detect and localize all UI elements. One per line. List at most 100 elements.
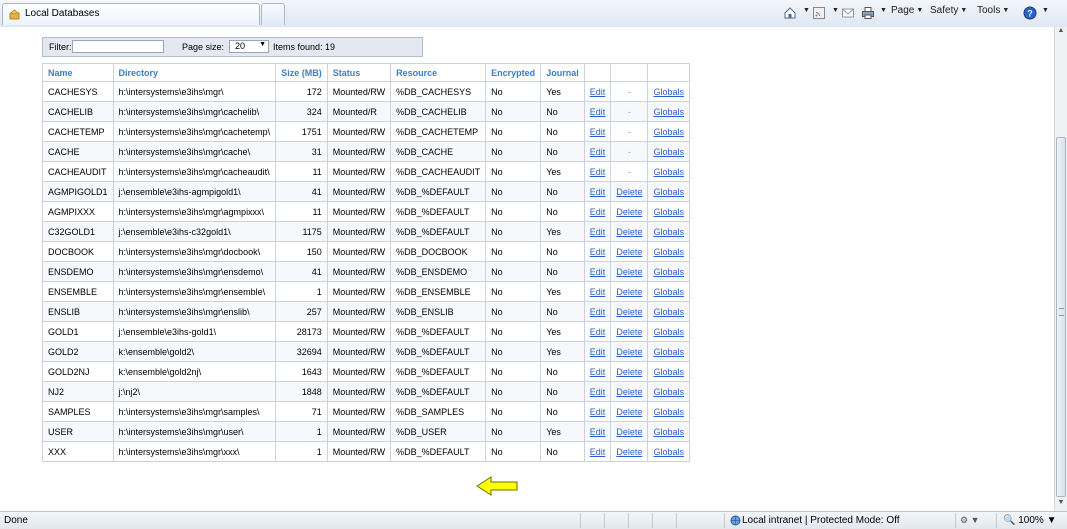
cell-name: ENSEMBLE [42, 281, 114, 302]
print-dropdown[interactable]: ▼ [878, 5, 887, 21]
help-dropdown[interactable]: ▼ [1040, 5, 1049, 21]
globals-link[interactable]: Globals [653, 207, 684, 217]
delete-link[interactable]: Delete [616, 287, 642, 297]
globals-link[interactable]: Globals [653, 267, 684, 277]
cell-status: Mounted/RW [326, 121, 392, 142]
globals-link[interactable]: Globals [653, 387, 684, 397]
column-header-status[interactable]: Status [326, 63, 392, 82]
globals-link[interactable]: Globals [653, 447, 684, 457]
delete-link[interactable]: Delete [616, 367, 642, 377]
security-zone[interactable]: Local intranet | Protected Mode: Off [742, 515, 900, 526]
delete-link[interactable]: Delete [616, 387, 642, 397]
cell-size: 31 [275, 141, 328, 162]
home-dropdown[interactable]: ▼ [801, 5, 810, 21]
globals-link[interactable]: Globals [653, 247, 684, 257]
column-header-size[interactable]: Size (MB) [275, 63, 328, 82]
scroll-down-icon[interactable]: ▼ [1055, 499, 1067, 511]
cell-journal: No [540, 361, 585, 382]
cell-resource: %DB_SAMPLES [390, 401, 487, 422]
scrollbar-thumb[interactable] [1056, 137, 1066, 497]
delete-link-cell: Delete [610, 181, 649, 202]
delete-link[interactable]: Delete [616, 207, 642, 217]
globals-link[interactable]: Globals [653, 227, 684, 237]
edit-link[interactable]: Edit [590, 227, 606, 237]
edit-link-cell: Edit [583, 401, 612, 422]
filter-input[interactable] [72, 40, 164, 53]
edit-link[interactable]: Edit [590, 207, 606, 217]
zoom-level[interactable]: 🔍 100% ▼ [1003, 515, 1057, 526]
cell-encrypted: No [485, 241, 542, 262]
edit-link[interactable]: Edit [590, 447, 606, 457]
delete-link[interactable]: Delete [616, 327, 642, 337]
cell-status: Mounted/RW [326, 381, 392, 402]
page-content: Filter: Page size: 20 ▼ Items found: 19 … [0, 27, 1054, 511]
delete-link[interactable]: Delete [616, 407, 642, 417]
globals-link[interactable]: Globals [653, 107, 684, 117]
page-menu[interactable]: Page ▼ [891, 5, 923, 21]
globals-link[interactable]: Globals [653, 407, 684, 417]
safety-menu[interactable]: Safety ▼ [930, 5, 967, 21]
globals-link[interactable]: Globals [653, 347, 684, 357]
protected-mode-dropdown[interactable]: ⚙ ▼ [960, 515, 979, 526]
edit-link[interactable]: Edit [590, 427, 606, 437]
column-header-name[interactable]: Name [42, 63, 114, 82]
vertical-scrollbar[interactable]: ▲ ▼ [1054, 27, 1067, 511]
edit-link[interactable]: Edit [590, 387, 606, 397]
edit-link[interactable]: Edit [590, 147, 606, 157]
column-header-journal[interactable]: Journal [540, 63, 585, 82]
edit-link[interactable]: Edit [590, 187, 606, 197]
globals-link[interactable]: Globals [653, 287, 684, 297]
table-row: AGMPIGOLD1 j:\ensemble\e3ihs-agmpigold1\ 4… [42, 181, 690, 202]
edit-link-cell: Edit [583, 101, 612, 122]
globals-link[interactable]: Globals [653, 427, 684, 437]
globals-link[interactable]: Globals [653, 367, 684, 377]
globals-link[interactable]: Globals [653, 147, 684, 157]
column-header-resource[interactable]: Resource [390, 63, 487, 82]
delete-link[interactable]: Delete [616, 187, 642, 197]
edit-link[interactable]: Edit [590, 347, 606, 357]
edit-link[interactable]: Edit [590, 287, 606, 297]
tab-local-databases[interactable]: Local Databases [2, 3, 260, 25]
edit-link[interactable]: Edit [590, 127, 606, 137]
edit-link[interactable]: Edit [590, 247, 606, 257]
cell-directory: h:\intersystems\e3ihs\mgr\user\ [112, 421, 277, 442]
cell-size: 257 [275, 301, 328, 322]
edit-link[interactable]: Edit [590, 407, 606, 417]
delete-link[interactable]: Delete [616, 347, 642, 357]
column-header-encrypted[interactable]: Encrypted [485, 63, 542, 82]
feeds-icon[interactable] [812, 6, 826, 20]
print-icon[interactable] [861, 6, 875, 20]
feeds-dropdown[interactable]: ▼ [830, 5, 839, 21]
delete-link[interactable]: Delete [616, 447, 642, 457]
globals-link[interactable]: Globals [653, 307, 684, 317]
delete-link-disabled: - [610, 101, 649, 122]
edit-link[interactable]: Edit [590, 107, 606, 117]
delete-link[interactable]: Delete [616, 227, 642, 237]
scroll-up-icon[interactable]: ▲ [1055, 27, 1067, 39]
cell-directory: h:\intersystems\e3ihs\mgr\cache\ [112, 141, 277, 162]
cell-directory: h:\intersystems\e3ihs\mgr\ensemble\ [112, 281, 277, 302]
globals-link[interactable]: Globals [653, 87, 684, 97]
new-tab-button[interactable] [261, 3, 285, 25]
globals-link[interactable]: Globals [653, 127, 684, 137]
delete-link[interactable]: Delete [616, 307, 642, 317]
edit-link[interactable]: Edit [590, 367, 606, 377]
page-size-select[interactable]: 20 ▼ [229, 40, 269, 53]
globals-link[interactable]: Globals [653, 167, 684, 177]
edit-link[interactable]: Edit [590, 167, 606, 177]
delete-link[interactable]: Delete [616, 247, 642, 257]
delete-link[interactable]: Delete [616, 267, 642, 277]
edit-link[interactable]: Edit [590, 307, 606, 317]
edit-link[interactable]: Edit [590, 267, 606, 277]
column-header-directory[interactable]: Directory [112, 63, 277, 82]
help-icon[interactable]: ? [1023, 6, 1037, 20]
edit-link[interactable]: Edit [590, 87, 606, 97]
globals-link[interactable]: Globals [653, 187, 684, 197]
tools-menu[interactable]: Tools ▼ [977, 5, 1009, 21]
edit-link[interactable]: Edit [590, 327, 606, 337]
cell-name: XXX [42, 441, 114, 462]
home-icon[interactable] [783, 6, 797, 20]
globals-link[interactable]: Globals [653, 327, 684, 337]
read-mail-icon[interactable] [841, 6, 855, 20]
delete-link[interactable]: Delete [616, 427, 642, 437]
